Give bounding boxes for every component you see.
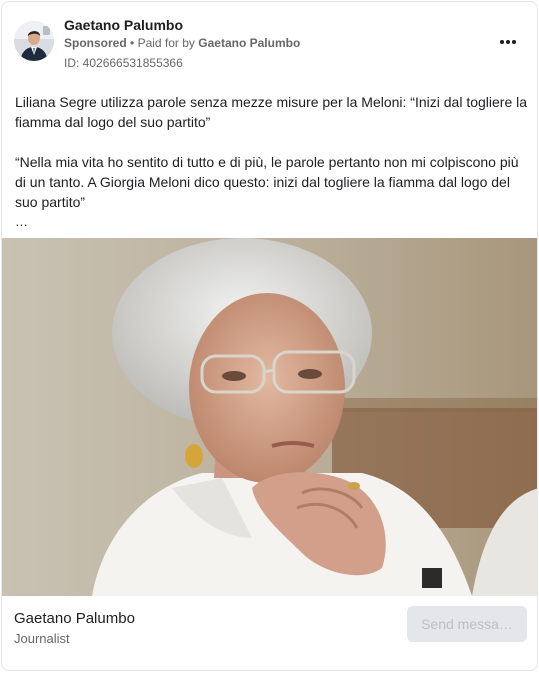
avatar-photo	[14, 21, 54, 61]
sponsored-label: Sponsored	[64, 36, 127, 50]
post-paragraph-1: Liliana Segre utilizza parole senza mezz…	[15, 94, 528, 130]
ad-footer: Gaetano Palumbo Journalist Send messa…	[2, 596, 537, 670]
sponsored-meta: Sponsored • Paid for by Gaetano Palumbo	[64, 36, 300, 50]
post-paragraph-2: “Nella mia vita ho sentito di tutto e di…	[15, 154, 519, 210]
portrait-photo	[2, 238, 537, 596]
post-image[interactable]	[2, 238, 537, 596]
send-message-button[interactable]: Send messa…	[407, 606, 527, 642]
see-more-ellipsis[interactable]: …	[15, 214, 28, 229]
page-name[interactable]: Gaetano Palumbo	[64, 17, 183, 33]
ad-id: ID: 402666531855366	[64, 56, 183, 70]
page-avatar[interactable]	[14, 21, 54, 61]
payer-name: Gaetano Palumbo	[198, 36, 301, 50]
ad-header: Gaetano Palumbo Sponsored • Paid for by …	[2, 2, 537, 74]
footer-subtitle: Journalist	[14, 631, 70, 646]
footer-page-name[interactable]: Gaetano Palumbo	[14, 610, 135, 627]
post-text: Liliana Segre utilizza parole senza mezz…	[15, 92, 530, 212]
more-horizontal-icon	[499, 40, 504, 44]
paid-for-prefix: Paid for by	[137, 36, 195, 50]
meta-separator: •	[130, 36, 135, 50]
ad-card: Gaetano Palumbo Sponsored • Paid for by …	[1, 1, 538, 671]
more-options-button[interactable]	[494, 30, 522, 54]
